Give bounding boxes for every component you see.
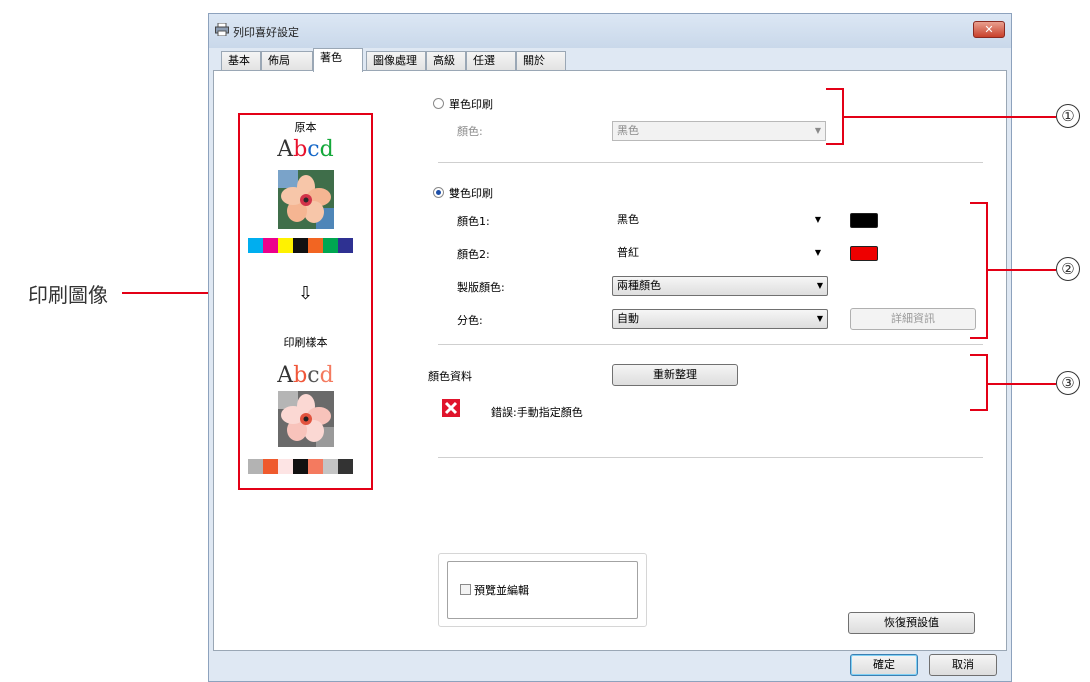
tab-color[interactable]: 著色 xyxy=(313,48,363,72)
divider xyxy=(438,162,983,163)
callout-line-2 xyxy=(988,269,1056,271)
color-data-label: 顏色資料 xyxy=(428,370,472,383)
original-label: 原本 xyxy=(294,121,317,134)
tab-basic[interactable]: 基本 xyxy=(221,51,261,71)
tab-about[interactable]: 關於 xyxy=(516,51,566,71)
mono-color-label: 單色印刷 xyxy=(449,98,493,111)
window-title: 列印喜好設定 xyxy=(233,26,299,39)
separation-label: 分色: xyxy=(457,314,483,327)
error-message: 錯誤:手動指定顏色 xyxy=(491,406,583,419)
original-abcd: Abcd xyxy=(240,137,371,162)
title-bar: 列印喜好設定 ✕ xyxy=(209,14,1011,48)
abcd-letter-b: b xyxy=(293,137,308,162)
swatch xyxy=(278,459,293,474)
original-flower-image xyxy=(278,170,334,229)
error-icon xyxy=(442,399,460,417)
callout-line-1 xyxy=(844,116,1056,118)
callout-bracket-2 xyxy=(970,202,988,339)
swatch xyxy=(293,238,308,253)
color1-chip xyxy=(850,213,878,228)
restore-default-button[interactable]: 恢復預設值 xyxy=(848,612,975,634)
abcd-letter-a: A xyxy=(277,363,294,388)
preview-edit-checkbox[interactable] xyxy=(460,584,471,595)
color2-select[interactable]: 普紅 ▼ xyxy=(612,243,826,263)
abcd-letter-c: c xyxy=(307,363,320,388)
callout-number-3: ③ xyxy=(1056,371,1080,395)
master-color-select[interactable]: 兩種顏色 ▼ xyxy=(612,276,828,296)
swatch xyxy=(263,459,278,474)
down-arrow-icon: ⇩ xyxy=(297,283,314,304)
mono-color-value: 黑色 xyxy=(617,124,639,137)
swatch xyxy=(323,238,338,253)
swatch xyxy=(338,238,353,253)
swatch xyxy=(248,238,263,253)
abcd-letter-d: d xyxy=(319,363,334,388)
color2-label: 顏色2: xyxy=(457,248,490,261)
details-button[interactable]: 詳細資訊 xyxy=(850,308,976,330)
sample-flower-image xyxy=(278,391,334,447)
tab-advanced[interactable]: 高級 xyxy=(426,51,466,71)
color2-chip xyxy=(850,246,878,261)
mono-color-select[interactable]: 黑色 ▼ xyxy=(612,121,826,141)
divider xyxy=(438,457,983,458)
callout-number-2: ② xyxy=(1056,257,1080,281)
chevron-down-icon: ▼ xyxy=(814,215,821,224)
swatch xyxy=(278,238,293,253)
print-image-callout-label: 印刷圖像 xyxy=(28,283,108,307)
dual-color-label: 雙色印刷 xyxy=(449,187,493,200)
color2-value: 普紅 xyxy=(617,246,639,259)
swatch xyxy=(263,238,278,253)
chevron-down-icon: ▼ xyxy=(816,281,823,290)
master-color-value: 兩種顏色 xyxy=(617,279,661,292)
swatch xyxy=(293,459,308,474)
swatch xyxy=(338,459,353,474)
print-preferences-window: 列印喜好設定 ✕ 基本 佈局 著色 圖像處理 高級 任選 關於 原本 Abcd xyxy=(208,13,1012,682)
chevron-down-icon: ▼ xyxy=(814,126,821,135)
callout-bracket-1 xyxy=(826,88,844,145)
color1-label: 顏色1: xyxy=(457,215,490,228)
abcd-letter-b: b xyxy=(293,363,308,388)
divider xyxy=(438,344,983,345)
sample-abcd: Abcd xyxy=(240,363,371,388)
preview-edit-label: 預覽並編輯 xyxy=(474,584,529,597)
callout-number-1: ① xyxy=(1056,104,1080,128)
swatch xyxy=(323,459,338,474)
tab-layout[interactable]: 佈局 xyxy=(261,51,313,71)
close-button[interactable]: ✕ xyxy=(973,21,1005,38)
master-color-label: 製版顏色: xyxy=(457,281,505,294)
mono-color-field-label: 顏色: xyxy=(457,125,483,138)
abcd-letter-a: A xyxy=(277,137,294,162)
chevron-down-icon: ▼ xyxy=(816,314,823,323)
color1-select[interactable]: 黑色 ▼ xyxy=(612,210,826,230)
printer-icon xyxy=(215,23,229,36)
callout-bracket-3 xyxy=(970,354,988,411)
sample-color-swatches xyxy=(248,459,353,474)
color-tab-panel: 原本 Abcd ⇩ 印刷樣本 Abcd 單色印刷 顏色: 黑色 ▼ 雙色印刷 顏… xyxy=(213,70,1007,651)
refresh-button[interactable]: 重新整理 xyxy=(612,364,738,386)
swatch xyxy=(248,459,263,474)
swatch xyxy=(308,238,323,253)
callout-line-3 xyxy=(988,383,1056,385)
separation-select[interactable]: 自動 ▼ xyxy=(612,309,828,329)
abcd-letter-d: d xyxy=(319,137,334,162)
abcd-letter-c: c xyxy=(307,137,320,162)
dual-color-radio[interactable] xyxy=(433,187,444,198)
swatch xyxy=(308,459,323,474)
ok-button[interactable]: 確定 xyxy=(850,654,918,676)
cancel-button[interactable]: 取消 xyxy=(929,654,997,676)
separation-value: 自動 xyxy=(617,312,639,325)
print-image-preview: 原本 Abcd ⇩ 印刷樣本 Abcd xyxy=(238,113,373,490)
chevron-down-icon: ▼ xyxy=(814,248,821,257)
sample-label: 印刷樣本 xyxy=(283,336,328,349)
tab-options[interactable]: 任選 xyxy=(466,51,516,71)
original-color-swatches xyxy=(248,238,353,253)
color1-value: 黑色 xyxy=(617,213,639,226)
tab-image-processing[interactable]: 圖像處理 xyxy=(366,51,426,71)
mono-color-radio[interactable] xyxy=(433,98,444,109)
